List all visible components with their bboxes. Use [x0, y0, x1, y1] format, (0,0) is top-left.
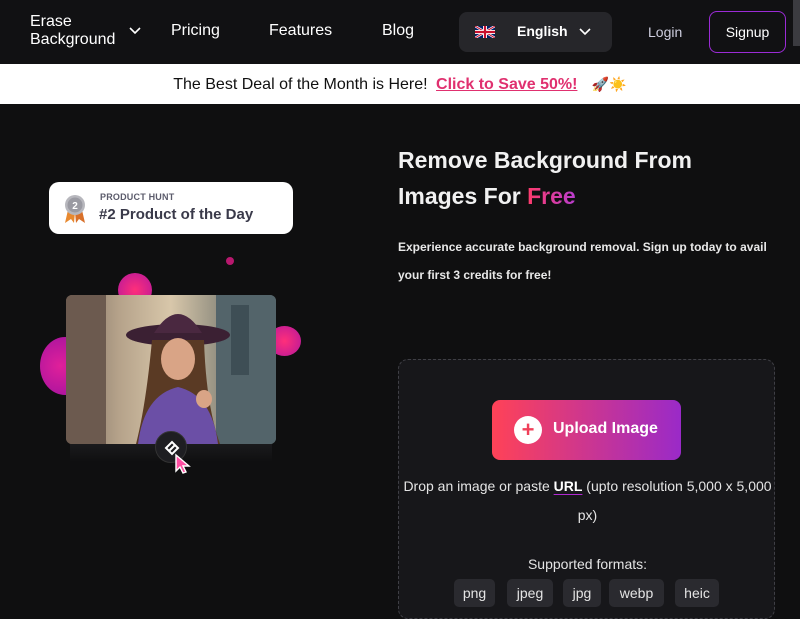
medal-icon: 2 — [65, 195, 85, 223]
hero-subtitle: Experience accurate background removal. … — [398, 240, 767, 282]
language-selector[interactable]: English — [459, 12, 612, 52]
sample-photo — [66, 295, 276, 444]
drop-suffix: (upto resolution 5,000 x 5,000 px) — [577, 478, 772, 523]
cursor-icon — [175, 453, 191, 474]
nav-link-pricing[interactable]: Pricing — [171, 22, 220, 40]
hero-title: Remove Background From Images For Free — [398, 142, 788, 214]
drop-prefix: Drop an image or paste — [403, 478, 554, 494]
decor-dot — [226, 257, 234, 265]
hero-title-line-2: Images For Free — [398, 178, 788, 214]
logo-line-1: Erase — [30, 13, 72, 30]
medal-number: 2 — [72, 201, 78, 212]
signup-button[interactable]: Signup — [709, 11, 786, 53]
product-hunt-rank: #2 Product of the Day — [99, 206, 254, 223]
drop-instructions: Drop an image or paste URL (upto resolut… — [399, 472, 776, 530]
uk-flag-icon — [475, 26, 495, 38]
language-label: English — [517, 23, 568, 39]
top-navbar: Erase Background Pricing Features Blog E… — [0, 0, 800, 64]
supported-formats-label: Supported formats: — [527, 556, 648, 572]
logo[interactable]: Erase Background — [30, 13, 115, 49]
product-hunt-label: PRODUCT HUNT — [100, 192, 175, 202]
format-chip: jpeg — [507, 579, 553, 607]
upload-image-button[interactable]: + Upload Image — [492, 400, 681, 460]
format-chip: heic — [675, 579, 719, 607]
plus-icon: + — [514, 416, 542, 444]
logo-line-2: Background — [30, 31, 116, 48]
paste-url-link[interactable]: URL — [554, 478, 583, 494]
promo-banner: The Best Deal of the Month is Here! Clic… — [0, 64, 800, 104]
hero-title-highlight: Free — [527, 183, 576, 209]
promo-cta-link[interactable]: Click to Save 50%! — [436, 76, 577, 93]
promo-text: The Best Deal of the Month is Here! — [173, 76, 428, 93]
format-chip: jpg — [563, 579, 601, 607]
hero-title-prefix: Images For — [398, 183, 528, 209]
login-link[interactable]: Login — [648, 24, 682, 40]
scrollbar[interactable] — [793, 0, 800, 46]
format-chip: png — [454, 579, 495, 607]
woman-with-hat-image — [66, 295, 276, 444]
chevron-down-icon[interactable] — [128, 24, 142, 38]
format-chip: webp — [609, 579, 664, 607]
upload-dropzone[interactable]: + Upload Image Drop an image or paste UR… — [398, 359, 775, 619]
upload-button-label: Upload Image — [553, 420, 658, 437]
rocket-sun-emoji: 🚀☀️ — [591, 76, 627, 92]
chevron-down-icon — [579, 28, 591, 36]
product-hunt-badge[interactable]: 2 PRODUCT HUNT #2 Product of the Day — [49, 182, 293, 234]
hero-title-line-1: Remove Background From — [398, 147, 692, 173]
nav-link-blog[interactable]: Blog — [382, 22, 414, 40]
nav-link-features[interactable]: Features — [269, 22, 332, 40]
